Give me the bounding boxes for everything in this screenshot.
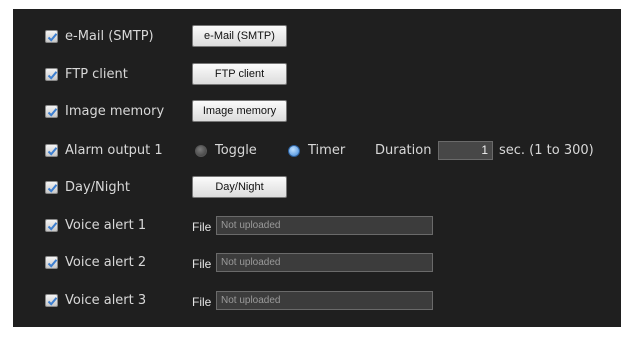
alarm-output-1-label: Alarm output 1: [65, 143, 163, 158]
voice-alert-3-file-field[interactable]: Not uploaded: [216, 291, 433, 310]
voice-alert-2-label: Voice alert 2: [65, 255, 147, 270]
ftp-client-button[interactable]: FTP client: [192, 63, 287, 85]
email-smtp-checkbox[interactable]: [45, 30, 58, 43]
voice-alert-1-checkbox[interactable]: [45, 219, 58, 232]
row-alarm-output-1: Alarm output 1 Toggle Timer Duration 1 s…: [13, 139, 621, 163]
image-memory-label: Image memory: [65, 104, 165, 119]
row-day-night: Day/Night Day/Night: [13, 176, 621, 200]
image-memory-button[interactable]: Image memory: [192, 100, 287, 122]
ftp-client-label: FTP client: [65, 67, 128, 82]
checkmark-icon: [47, 297, 58, 306]
row-voice-alert-3: Voice alert 3 File Not uploaded: [13, 289, 621, 313]
timer-radio-label: Timer: [308, 143, 346, 158]
row-voice-alert-2: Voice alert 2 File Not uploaded: [13, 251, 621, 275]
ftp-client-checkbox[interactable]: [45, 68, 58, 81]
checkmark-icon: [47, 222, 58, 231]
row-voice-alert-1: Voice alert 1 File Not uploaded: [13, 214, 621, 238]
voice-alert-3-label: Voice alert 3: [65, 293, 147, 308]
voice-alert-2-checkbox[interactable]: [45, 256, 58, 269]
checkmark-icon: [47, 71, 58, 80]
day-night-label: Day/Night: [65, 180, 130, 195]
row-ftp-client: FTP client FTP client: [13, 63, 621, 87]
image-memory-checkbox[interactable]: [45, 105, 58, 118]
voice-alert-2-file-label: File: [192, 257, 212, 271]
toggle-radio[interactable]: [195, 145, 207, 157]
checkmark-icon: [47, 33, 58, 42]
voice-alert-1-file-label: File: [192, 220, 212, 234]
day-night-checkbox[interactable]: [45, 181, 58, 194]
email-smtp-label: e-Mail (SMTP): [65, 29, 154, 44]
checkmark-icon: [47, 108, 58, 117]
row-email-smtp: e-Mail (SMTP) e-Mail (SMTP): [13, 25, 621, 49]
duration-unit-label: sec. (1 to 300): [499, 143, 594, 158]
voice-alert-2-file-field[interactable]: Not uploaded: [216, 253, 433, 272]
duration-label: Duration: [375, 143, 432, 158]
duration-input[interactable]: 1: [438, 141, 493, 160]
voice-alert-3-file-label: File: [192, 295, 212, 309]
day-night-button[interactable]: Day/Night: [192, 176, 287, 198]
checkmark-icon: [47, 184, 58, 193]
checkmark-icon: [47, 147, 58, 156]
voice-alert-1-file-field[interactable]: Not uploaded: [216, 216, 433, 235]
timer-radio[interactable]: [288, 145, 300, 157]
voice-alert-1-label: Voice alert 1: [65, 218, 147, 233]
toggle-radio-label: Toggle: [215, 143, 257, 158]
row-image-memory: Image memory Image memory: [13, 100, 621, 124]
email-smtp-button[interactable]: e-Mail (SMTP): [192, 25, 287, 47]
voice-alert-3-checkbox[interactable]: [45, 294, 58, 307]
action-settings-panel: e-Mail (SMTP) e-Mail (SMTP) FTP client F…: [13, 9, 621, 327]
checkmark-icon: [47, 259, 58, 268]
alarm-output-1-checkbox[interactable]: [45, 144, 58, 157]
